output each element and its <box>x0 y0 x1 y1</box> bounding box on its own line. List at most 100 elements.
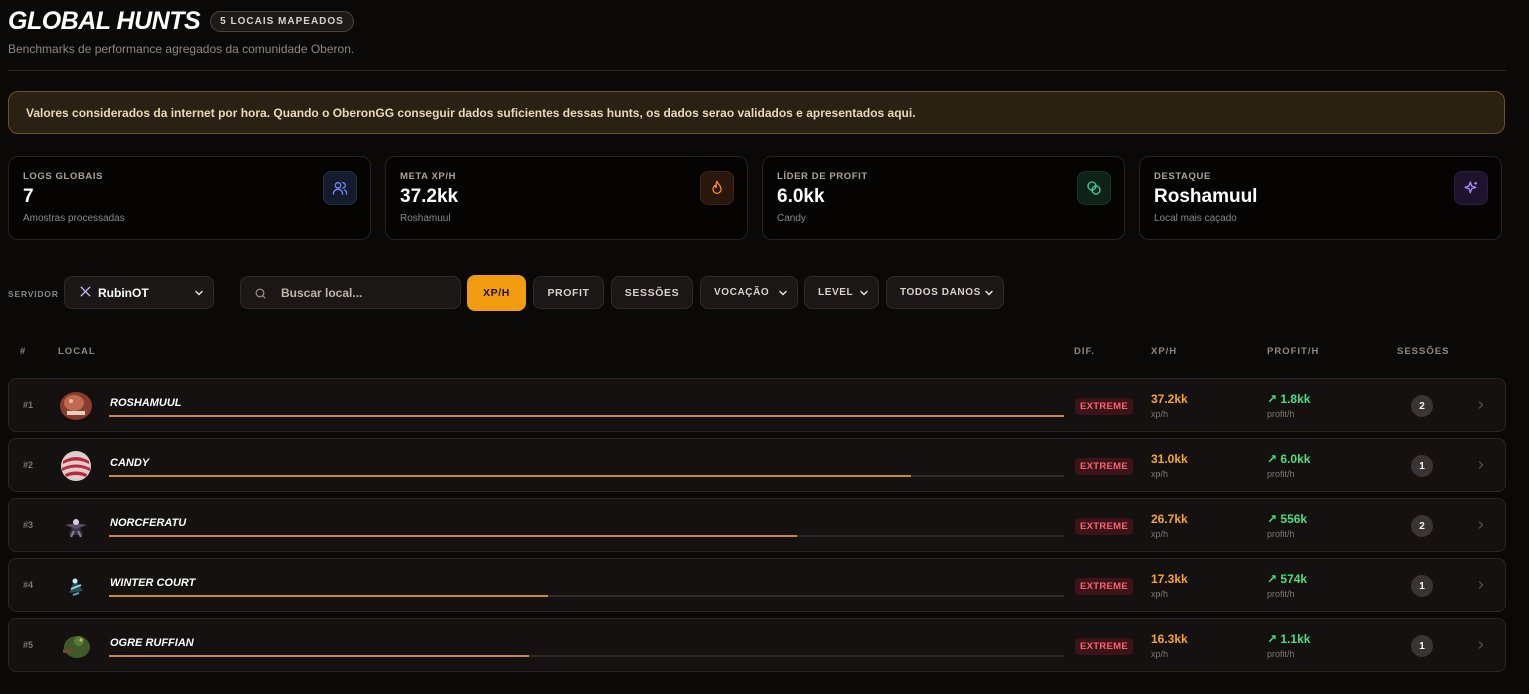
server-select-value: RubinOT <box>98 285 149 300</box>
vocation-dropdown[interactable]: VOCAÇÃO <box>700 276 798 309</box>
sessions-count: 2 <box>1411 395 1433 417</box>
level-dropdown[interactable]: LEVEL <box>804 276 879 309</box>
stat-card-global-logs: LOGS GLOBAIS 7 Amostras processadas <box>8 156 371 240</box>
table-header: # LOCAL DIF. XP/H PROFIT/H SESSÕES <box>0 346 1529 358</box>
stats-row: LOGS GLOBAIS 7 Amostras processadas META… <box>8 156 1502 240</box>
search-icon <box>254 287 267 303</box>
search-placeholder: Buscar local... <box>281 285 363 300</box>
chevron-right-icon <box>1478 521 1484 529</box>
row-name: ROSHAMUUL <box>110 397 182 409</box>
stat-subtext: Roshamuul <box>400 213 451 224</box>
hunt-thumbnail <box>65 517 87 538</box>
chevron-right-icon <box>1478 461 1484 469</box>
sessions-count: 2 <box>1411 515 1433 537</box>
damage-dropdown[interactable]: TODOS DANOS <box>886 276 1004 309</box>
sessions-count: 1 <box>1411 635 1433 657</box>
locations-count-badge: 5 LOCAIS MAPEADOS <box>210 10 354 32</box>
xp-bar-fill <box>109 655 530 657</box>
profit-unit: profit/h <box>1267 469 1295 479</box>
flame-icon <box>700 171 734 205</box>
stat-label: LOGS GLOBAIS <box>23 171 104 182</box>
xp-bar-track <box>109 595 1064 597</box>
swords-icon <box>79 285 92 301</box>
stat-label: META XP/H <box>400 171 457 182</box>
stat-card-meta-xph: META XP/H 37.2kk Roshamuul <box>385 156 748 240</box>
hunt-thumbnail <box>63 636 90 658</box>
trending-up-icon: ↗ <box>1267 452 1281 466</box>
trending-up-icon: ↗ <box>1267 392 1281 406</box>
vocation-dropdown-label: VOCAÇÃO <box>714 287 770 298</box>
hunt-thumbnail <box>69 578 83 596</box>
table-row[interactable]: #5 OGRE RUFFIAN EXTREME 16.3kk xp/h ↗ 1.… <box>8 618 1506 672</box>
row-rank: #2 <box>23 460 34 470</box>
xp-value: 26.7kk <box>1151 512 1188 526</box>
difficulty-badge: EXTREME <box>1075 398 1134 415</box>
table-row[interactable]: #4 WINTER COURT EXTREME 17.3kk xp/h ↗ 57… <box>8 558 1506 612</box>
sort-xph-button[interactable]: XP/H <box>467 275 526 311</box>
col-sessions: SESSÕES <box>1397 346 1450 357</box>
stat-card-profit-leader: LÍDER DE PROFIT 6.0kk Candy <box>762 156 1125 240</box>
search-input[interactable]: Buscar local... <box>240 276 461 309</box>
row-name: CANDY <box>110 457 150 469</box>
xp-bar-fill <box>109 595 549 597</box>
coins-icon <box>1077 171 1111 205</box>
server-select[interactable]: RubinOT <box>64 276 214 309</box>
filter-bar: SERVIDOR RubinOT Buscar local... XP/H PR… <box>8 275 1008 311</box>
profit-unit: profit/h <box>1267 589 1295 599</box>
title-row: GLOBAL HUNTS 5 LOCAIS MAPEADOS <box>8 6 1507 36</box>
table-row[interactable]: #1 ROSHAMUUL EXTREME 37.2kk xp/h ↗ 1.8kk… <box>8 378 1506 432</box>
server-label: SERVIDOR <box>8 289 59 299</box>
stat-label: LÍDER DE PROFIT <box>777 171 868 182</box>
stat-value: 7 <box>23 186 34 207</box>
sessions-count: 1 <box>1411 455 1433 477</box>
table-row[interactable]: #3 NORCFERATU EXTREME 26.7kk xp/h ↗ 556k… <box>8 498 1506 552</box>
difficulty-badge: EXTREME <box>1075 458 1134 475</box>
profit-value: ↗ 6.0kk <box>1267 452 1311 466</box>
xp-unit: xp/h <box>1151 589 1169 599</box>
chevron-right-icon <box>1478 401 1484 409</box>
row-rank: #1 <box>23 400 34 410</box>
xp-bar-fill <box>109 535 797 537</box>
col-location: LOCAL <box>58 346 96 357</box>
xp-unit: xp/h <box>1151 409 1169 419</box>
table-row[interactable]: #2 CANDY EXTREME 31.0kk xp/h ↗ 6.0kk pro… <box>8 438 1506 492</box>
row-rank: #5 <box>23 640 34 650</box>
hunt-thumbnail <box>60 392 92 420</box>
profit-value: ↗ 556k <box>1267 512 1308 526</box>
trending-up-icon: ↗ <box>1267 512 1281 526</box>
page-title: GLOBAL HUNTS <box>8 7 201 35</box>
page-header: GLOBAL HUNTS 5 LOCAIS MAPEADOS Benchmark… <box>8 6 1507 56</box>
col-profith: PROFIT/H <box>1267 346 1320 357</box>
stat-label: DESTAQUE <box>1154 171 1211 182</box>
col-difficulty: DIF. <box>1074 346 1095 357</box>
trending-up-icon: ↗ <box>1267 572 1281 586</box>
difficulty-badge: EXTREME <box>1075 638 1134 655</box>
xp-value: 16.3kk <box>1151 632 1188 646</box>
profit-value: ↗ 1.8kk <box>1267 392 1311 406</box>
xp-value: 37.2kk <box>1151 392 1188 406</box>
difficulty-badge: EXTREME <box>1075 518 1134 535</box>
profit-unit: profit/h <box>1267 649 1295 659</box>
xp-value: 17.3kk <box>1151 572 1188 586</box>
sort-sessions-button[interactable]: SESSÕES <box>611 276 693 309</box>
chevron-down-icon <box>983 287 995 302</box>
chevron-right-icon <box>1478 641 1484 649</box>
profit-value: ↗ 574k <box>1267 572 1308 586</box>
row-rank: #3 <box>23 520 34 530</box>
profit-unit: profit/h <box>1267 529 1295 539</box>
damage-dropdown-label: TODOS DANOS <box>900 287 981 298</box>
xp-bar-track <box>109 415 1064 417</box>
hunt-thumbnail <box>61 451 91 481</box>
xp-bar-track <box>109 535 1064 537</box>
stat-value: 37.2kk <box>400 186 459 207</box>
col-xph: XP/H <box>1151 346 1178 357</box>
row-rank: #4 <box>23 580 34 590</box>
xp-bar-fill <box>109 475 912 477</box>
stat-card-highlight: DESTAQUE Roshamuul Local mais caçado <box>1139 156 1502 240</box>
xp-bar-track <box>109 475 1064 477</box>
level-dropdown-label: LEVEL <box>818 287 854 298</box>
header-divider <box>8 70 1507 71</box>
chevron-right-icon <box>1478 581 1484 589</box>
sort-profit-button[interactable]: PROFIT <box>533 276 604 309</box>
profit-value: ↗ 1.1kk <box>1267 632 1311 646</box>
